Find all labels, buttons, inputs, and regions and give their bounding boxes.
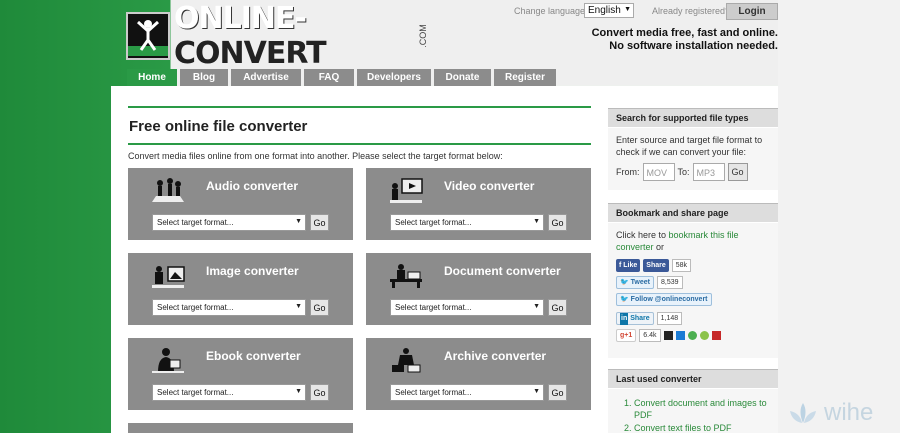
language-select[interactable]: English [584,3,634,18]
converter-card-audio: Audio converter Select target format... … [128,168,353,240]
target-format-select[interactable]: Select target format... [390,299,544,316]
tweet-button[interactable]: 🐦 Tweet [616,276,654,289]
archive-icon [388,346,424,374]
sidebar-bookmark-title: Bookmark and share page [608,203,778,223]
ebook-icon [150,346,186,374]
logo-text: ONLINE-CONVERT [174,1,327,71]
last-used-list: Convert document and images to PDF Conve… [616,397,770,433]
last-used-item[interactable]: Convert document and images to PDF [634,397,770,421]
sidebar-bookmark-panel: Bookmark and share page Click here to bo… [608,203,778,358]
audio-icon [150,176,186,204]
nav-faq[interactable]: FAQ [304,69,354,86]
converter-card-document: Document converter Select target format.… [366,253,591,325]
converter-title: Document converter [444,264,561,278]
sidebar-search-panel: Search for supported file types Enter so… [608,108,778,190]
logo-com: .COM [417,24,428,48]
nav-developers[interactable]: Developers [357,69,431,86]
login-button[interactable]: Login [726,3,778,20]
logo-figure-icon [126,12,170,60]
page-title: Free online file converter [128,106,591,145]
converter-title: Video converter [444,179,535,193]
evernote-icon[interactable] [699,331,709,340]
nav-donate[interactable]: Donate [434,69,491,86]
last-used-title: Last used converter [608,369,778,389]
nav-register[interactable]: Register [494,69,556,86]
go-button[interactable]: Go [548,214,567,231]
nav-advertise[interactable]: Advertise [231,69,301,86]
delicious-icon[interactable] [663,331,673,340]
already-registered-label: Already registered? [652,6,731,16]
image-icon [150,261,186,289]
target-format-select[interactable]: Select target format... [152,384,306,401]
from-format-input[interactable]: MOV [642,163,675,181]
converter-title: Image converter [206,264,299,278]
google-plus-count: 6.4k [639,329,661,342]
go-button[interactable]: Go [310,384,329,401]
converter-card-video: Video converter Select target format... … [366,168,591,240]
target-format-select[interactable]: Select target format... [152,214,306,231]
go-button[interactable]: Go [548,299,567,316]
converter-card-archive: Archive converter Select target format..… [366,338,591,410]
main-nav: Home Blog Advertise FAQ Developers Donat… [127,69,556,86]
converter-title: Audio converter [206,179,299,193]
sidebar-last-used-panel: Last used converter Convert document and… [608,369,778,433]
converter-title: Archive converter [444,349,547,363]
go-button[interactable]: Go [310,299,329,316]
right-background [778,0,900,433]
facebook-like-button[interactable]: f Like [616,259,641,272]
target-format-select[interactable]: Select target format... [390,214,544,231]
linkedin-share-button[interactable]: in Share [616,312,654,325]
google-plus-button[interactable]: g +1 [616,329,637,342]
change-language-label: Change language: [514,6,588,16]
target-format-select[interactable]: Select target format... [152,299,306,316]
target-format-select[interactable]: Select target format... [390,384,544,401]
linkedin-count: 1,148 [656,312,683,325]
twitter-bird-icon: 🐦 [620,278,629,286]
converter-title: Ebook converter [206,349,301,363]
tweet-count: 8,539 [657,276,683,289]
sidebar-search-title: Search for supported file types [608,108,778,128]
linkedin-icon: in [620,312,629,325]
document-icon [388,261,424,289]
twitter-bird-icon: 🐦 [620,295,629,303]
to-format-input[interactable]: MP3 [692,163,725,181]
facebook-count: 58k [671,259,692,272]
converter-card-partial [128,423,353,433]
stumbleupon-icon[interactable] [687,331,697,340]
intro-text: Convert media files online from one form… [128,151,503,161]
watermark: wihe [788,399,873,427]
video-icon [388,176,424,204]
digg-icon[interactable] [675,331,685,340]
sidebar-search-desc: Enter source and target file format to c… [616,135,763,157]
go-button[interactable]: Go [548,384,567,401]
follow-button[interactable]: 🐦 Follow @onlineconvert [616,293,712,306]
to-label: To: [677,167,690,177]
go-button[interactable]: Go [310,214,329,231]
converter-card-ebook: Ebook converter Select target format... … [128,338,353,410]
from-label: From: [616,167,640,177]
reddit-icon[interactable] [711,331,721,340]
nav-home[interactable]: Home [127,69,177,86]
bookmark-desc: Click here to bookmark this file convert… [616,230,739,252]
nav-blog[interactable]: Blog [180,69,228,86]
last-used-item[interactable]: Convert text files to PDF [634,422,770,433]
tagline: Convert media free, fast and online. No … [591,27,778,52]
facebook-share-button[interactable]: Share [643,259,669,272]
search-go-button[interactable]: Go [727,163,748,181]
site-logo[interactable]: ONLINE-CONVERT .COM [126,1,434,71]
converter-card-image: Image converter Select target format... … [128,253,353,325]
watermark-lotus-icon [790,403,816,423]
